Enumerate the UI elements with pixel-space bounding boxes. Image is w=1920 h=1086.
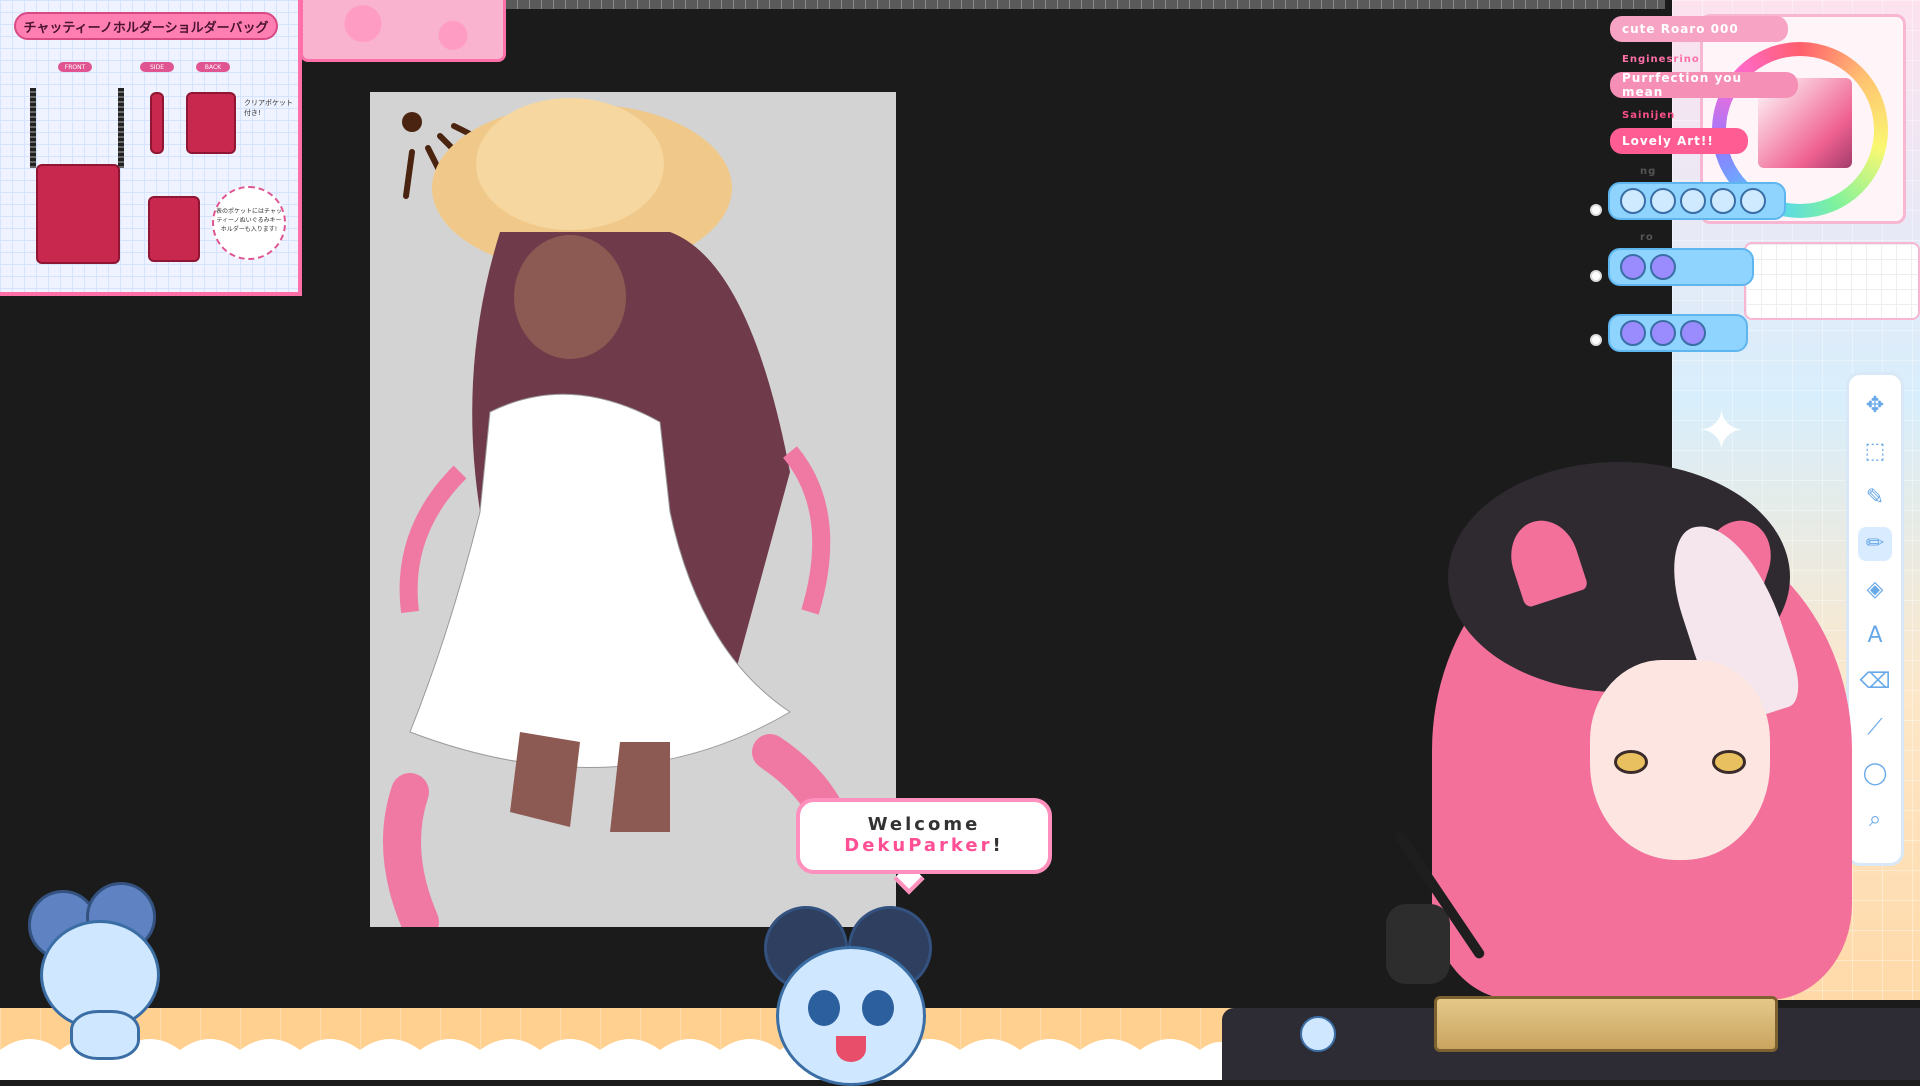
bag-back-image [186,92,236,154]
select-tool-icon[interactable]: ⬚ [1858,435,1892,469]
reference-tag-side: SIDE [140,62,174,72]
chat-username: Sainijen [1622,110,1676,121]
name-plate [1434,996,1778,1052]
chat-message: Purrfection you mean [1610,71,1798,99]
emote-icon [1650,254,1676,280]
chat-avatar-dot [1590,204,1602,216]
mascot-left-body [70,1010,140,1060]
pen-tool-icon[interactable]: ✏ [1858,527,1892,561]
welcome-user-name: DekuParker [844,835,993,856]
emote-row [1608,182,1786,220]
sparkle-icon: ✦ [1698,399,1745,464]
tool-palette: ✥ ⬚ ✎ ✏ ◈ A ⌫ ⟋ ◯ ⌕ [1846,372,1904,866]
mascot-center-eye-left [808,990,840,1026]
welcome-name-line: DekuParker! [800,835,1048,856]
line-tool-icon[interactable]: ⟋ [1858,711,1892,745]
mascot-center-eye-right [862,990,894,1026]
bag-keychain-image [148,196,200,262]
emote-icon [1680,188,1706,214]
zoom-tool-icon[interactable]: ⌕ [1858,803,1892,837]
pink-decor-panel [300,0,506,62]
bag-front-image [36,164,120,264]
bag-strap-left [30,88,36,168]
canvas-ruler [505,0,1665,9]
emote-row [1608,248,1754,286]
cloud-border [0,1039,1240,1080]
bag-strap-right [118,88,124,168]
mascot-center [776,946,926,1086]
reference-tag-back: BACK [196,62,230,72]
emote-icon [1650,188,1676,214]
emote-icon [1620,254,1646,280]
emote-icon [1710,188,1736,214]
mascot-mini-icon [1300,1016,1336,1052]
chat-username: Enginesrino [1622,54,1700,65]
avatar-hand [1386,904,1450,984]
ellipse-tool-icon[interactable]: ◯ [1858,757,1892,791]
mascot-center-mouth [836,1036,866,1062]
welcome-bubble: Welcome DekuParker! [796,798,1052,874]
chat-username: ro [1640,232,1654,243]
emote-icon [1620,188,1646,214]
emote-row [1608,314,1748,352]
chat-avatar-dot [1590,334,1602,346]
welcome-exclamation: ! [992,835,1004,856]
chat-username: ng [1640,166,1657,177]
avatar-eye-right [1712,750,1746,774]
reference-tag-front: FRONT [58,62,92,72]
text-tool-icon[interactable]: A [1858,619,1892,653]
chat-message: cute Roaro 000 [1610,16,1788,42]
emote-icon [1650,320,1676,346]
emote-icon [1680,320,1706,346]
fill-tool-icon[interactable]: ◈ [1858,573,1892,607]
welcome-text: Welcome [867,814,981,835]
chat-message: Lovely Art!! [1610,128,1748,154]
reference-title: チャッティーノホルダーショルダーバッグ [14,12,278,40]
avatar-eye-left [1614,750,1648,774]
eraser-tool-icon[interactable]: ⌫ [1858,665,1892,699]
bag-side-image [150,92,164,154]
reference-pocket-note: クリアポケット付き! [244,99,293,117]
move-tool-icon[interactable]: ✥ [1858,389,1892,423]
emote-icon [1620,320,1646,346]
reference-circle-note: 表のポケットにはチャッティーノぬいぐるみキーホルダーも入ります! [212,186,286,260]
emote-icon [1740,188,1766,214]
chat-avatar-dot [1590,270,1602,282]
color-swatch-panel[interactable] [1744,242,1920,320]
eyedropper-tool-icon[interactable]: ✎ [1858,481,1892,515]
